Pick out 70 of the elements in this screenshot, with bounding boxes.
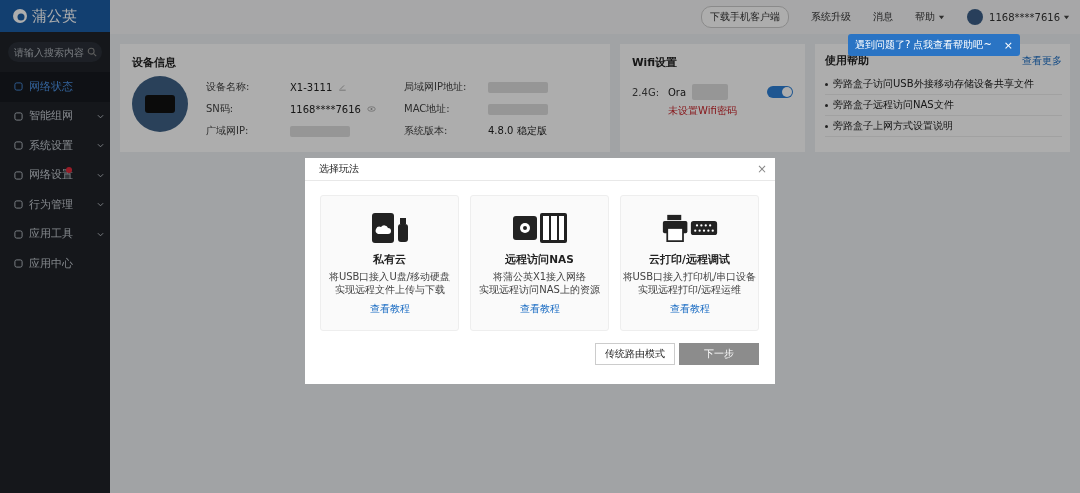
option-title: 云打印/远程调试: [649, 253, 730, 267]
help-tooltip[interactable]: 遇到问题了? 点我查看帮助吧~ ×: [848, 34, 1020, 56]
field-label: 系统版本:: [404, 124, 449, 138]
menu-item-icon: [14, 111, 23, 121]
help-menu[interactable]: 帮助: [915, 10, 946, 24]
wifi-toggle[interactable]: [767, 86, 793, 98]
help-link[interactable]: 旁路盒子访问USB外接移动存储设备共享文件: [833, 77, 1034, 91]
sidebar-item[interactable]: 系统设置: [0, 131, 110, 161]
field-label: 局域网IP地址:: [404, 80, 468, 94]
option-title: 私有云: [373, 253, 406, 267]
option-description: 将蒲公英X1接入网络 实现远程访问NAS上的资源: [479, 270, 600, 296]
download-app-button[interactable]: 下载手机客户端: [701, 6, 790, 28]
avatar: [967, 9, 984, 25]
search-icon: [87, 47, 97, 57]
upgrade-link[interactable]: 系统升级: [811, 10, 852, 24]
option-card[interactable]: 私有云 将USB口接入U盘/移动硬盘 实现远程文件上传与下载 查看教程: [320, 195, 459, 331]
field-label: 广域网IP:: [206, 124, 250, 138]
menu-item-icon: [14, 259, 23, 269]
caret-icon: [938, 13, 946, 21]
view-more-link[interactable]: 查看更多: [1022, 54, 1062, 68]
option-description: 将USB口接入U盘/移动硬盘 实现远程文件上传与下载: [328, 270, 451, 296]
printer-and-serial-port-icon: [661, 212, 718, 244]
account-menu[interactable]: 1168****7616: [989, 11, 1070, 23]
router-mode-button[interactable]: 传统路由模式: [595, 343, 675, 365]
bullet-icon: [825, 124, 828, 128]
dialog-title: 选择玩法: [319, 162, 359, 176]
help-link[interactable]: 旁路盒子远程访问NAS文件: [833, 98, 954, 112]
tooltip-text: 遇到问题了? 点我查看帮助吧~: [855, 38, 992, 52]
card-title: Wifi设置: [632, 56, 678, 70]
sidebar-item[interactable]: 网络状态: [0, 72, 110, 102]
option-description: 将USB口接入打印机/串口设备 实现远程打印/远程运维: [622, 270, 757, 296]
field-value: X1-3111: [290, 81, 333, 93]
card-title: 设备信息: [132, 56, 177, 70]
close-button[interactable]: ×: [1003, 38, 1013, 52]
search-field[interactable]: 请输入搜索内容: [8, 42, 102, 62]
close-button[interactable]: ×: [756, 162, 767, 176]
tutorial-link[interactable]: 查看教程: [519, 302, 560, 316]
warning-text: 未设置Wifi密码: [668, 104, 738, 118]
menu-item-icon: [14, 82, 23, 92]
caret-icon: [1063, 13, 1070, 21]
menu-item-icon: [14, 200, 23, 210]
disk-and-nas-icon: [511, 212, 568, 244]
option-title: 远程访问NAS: [505, 253, 574, 267]
bullet-icon: [825, 82, 828, 86]
router-device-icon: [132, 76, 188, 132]
logo-icon: [12, 8, 28, 24]
field-value: 4.8.0 稳定版: [488, 124, 547, 138]
tutorial-link[interactable]: 查看教程: [369, 302, 410, 316]
band-label: 2.4G:: [632, 86, 661, 98]
sidebar-item[interactable]: 行为管理: [0, 190, 110, 220]
eye-icon[interactable]: [366, 105, 376, 113]
field-value: 1168****7616: [290, 103, 361, 115]
menu-item-icon: [14, 229, 23, 239]
field-label: SN码:: [206, 102, 235, 116]
tutorial-link[interactable]: 查看教程: [669, 302, 710, 316]
menu-item-icon: [14, 170, 23, 180]
sidebar-item[interactable]: 应用工具: [0, 219, 110, 249]
sidebar-item[interactable]: 应用中心: [0, 249, 110, 279]
messages-link[interactable]: 消息: [873, 10, 894, 24]
option-card[interactable]: 远程访问NAS 将蒲公英X1接入网络 实现远程访问NAS上的资源 查看教程: [470, 195, 609, 331]
logo-text: 蒲公英: [32, 6, 77, 26]
field-label: MAC地址:: [404, 102, 451, 116]
option-card[interactable]: 云打印/远程调试 将USB口接入打印机/串口设备 实现远程打印/远程运维 查看教程: [620, 195, 759, 331]
bullet-icon: [825, 103, 828, 107]
pencil-icon[interactable]: [338, 83, 348, 91]
sidebar-item[interactable]: 智能组网: [0, 101, 110, 131]
wifi-name: Ora: [668, 86, 687, 98]
menu-item-icon: [14, 141, 23, 151]
field-label: 设备名称:: [206, 80, 251, 94]
help-link[interactable]: 旁路盒子上网方式设置说明: [833, 119, 953, 133]
